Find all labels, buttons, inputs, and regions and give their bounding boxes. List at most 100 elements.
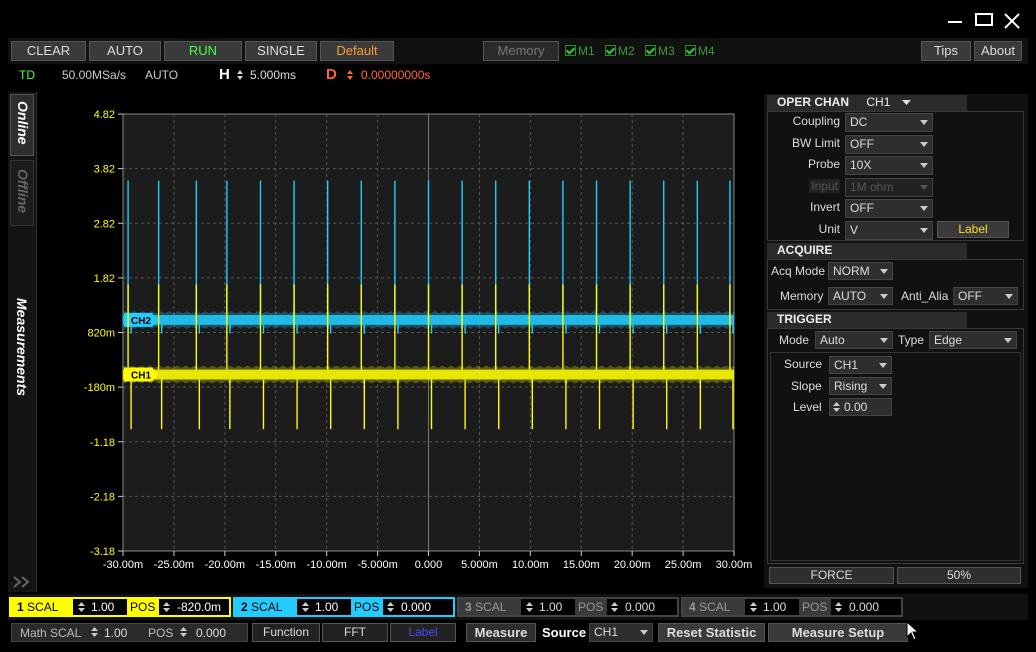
math-scal-label: Math SCAL (20, 626, 82, 640)
tips-button[interactable]: Tips (921, 41, 971, 61)
x-tick-label: 15.00m (563, 559, 600, 571)
math-pos-spinner[interactable] (180, 626, 187, 641)
anti-alias-select[interactable]: OFF (953, 287, 1018, 305)
oper-chan-select-coupling[interactable]: DC (845, 113, 933, 132)
oper-chan-select-bw-limit[interactable]: OFF (845, 134, 933, 154)
trigger-type-select[interactable]: Edge (929, 331, 1017, 349)
m4-checkbox[interactable]: M4 (685, 44, 715, 58)
marker-ch1[interactable]: CH1 (124, 367, 158, 382)
scope-display[interactable]: -30.00m -25.00m -20.00m -15.00m -10.00m -5.00… (38, 92, 762, 592)
trigger-mode-select[interactable]: Auto (815, 331, 893, 349)
channel-1-pos-value[interactable]: -820.0m (177, 600, 221, 614)
single-button[interactable]: SINGLE (245, 41, 317, 61)
oper-chan-label-bw-limit: BW Limit (792, 135, 840, 150)
measure-setup-button[interactable]: Measure Setup (768, 623, 908, 642)
x-tick-label: -5.000m (357, 559, 397, 571)
run-button[interactable]: RUN (164, 41, 242, 61)
maximize-icon[interactable] (975, 13, 993, 26)
x-tick-label: -15.00m (256, 559, 296, 571)
chevron-down-icon (920, 141, 928, 147)
fifty-percent-button[interactable]: 50% (897, 567, 1021, 584)
tab-offline[interactable]: Offline (10, 160, 34, 226)
oper-chan-select-probe[interactable]: 10X (845, 156, 933, 175)
tab-online[interactable]: Online (10, 94, 34, 156)
channel-2-scal-label[interactable]: 2 SCAL (235, 599, 297, 615)
trigger-level-spinner[interactable]: 0.00 (829, 398, 892, 416)
window-titlebar (0, 0, 1036, 36)
channel-4-scal-spinner[interactable] (750, 601, 757, 613)
reset-statistic-button[interactable]: Reset Statistic (658, 623, 765, 642)
tab-measurements-label: Measurements (14, 298, 30, 397)
clear-button[interactable]: CLEAR (11, 41, 86, 61)
channel-1-scal-value[interactable]: 1.00 (91, 600, 114, 614)
d-value[interactable]: 0.00000000s (361, 68, 430, 82)
default-button[interactable]: Default (320, 41, 394, 61)
marker-ch2[interactable]: CH2 (124, 312, 158, 327)
channel-4-pos-value[interactable]: 0.000 (849, 600, 879, 614)
measure-button[interactable]: Measure (466, 623, 536, 642)
channel-4-scal-label[interactable]: 4 SCAL (683, 599, 745, 615)
x-tick-label: -10.00m (306, 559, 346, 571)
m1-checkbox[interactable]: M1 (565, 44, 595, 58)
auto-button[interactable]: AUTO (89, 41, 161, 61)
d-spinner[interactable] (346, 68, 354, 82)
math-scal-value[interactable]: 1.00 (104, 626, 127, 640)
tab-online-label: Online (15, 101, 31, 145)
close-icon[interactable] (1003, 12, 1021, 30)
channel-4-scal-value[interactable]: 1.00 (763, 600, 786, 614)
channel-3-scal-spinner[interactable] (526, 601, 533, 613)
math-scal-spinner[interactable] (91, 626, 98, 641)
channel-2-scal-spinner[interactable] (302, 601, 309, 613)
oper-chan-channel[interactable]: CH1 (866, 95, 890, 109)
channel-2-pos-value[interactable]: 0.000 (401, 600, 431, 614)
channel-3-scal-value[interactable]: 1.00 (539, 600, 562, 614)
trigger-slope-select[interactable]: Rising (829, 377, 892, 395)
math-label-button[interactable]: Label (390, 623, 456, 642)
h-spinner[interactable] (236, 68, 244, 82)
oper-chan-select-invert[interactable]: OFF (845, 199, 933, 218)
oper-chan-header: OPER CHAN CH1 (767, 95, 967, 111)
math-pos-value[interactable]: 0.000 (196, 626, 226, 640)
about-button[interactable]: About (974, 41, 1022, 61)
chevron-down-icon (920, 206, 928, 211)
measure-source-label: Source (542, 625, 587, 640)
channel-4-pos-label: POS (799, 599, 831, 615)
function-button[interactable]: Function (252, 623, 320, 642)
x-tick-label: 25.00m (665, 559, 702, 571)
oper-chan-label-unit: Unit (818, 221, 840, 236)
memory-button[interactable]: Memory (483, 41, 559, 61)
tab-measurements[interactable]: Measurements (10, 290, 34, 420)
oper-chan-label-coupling: Coupling (792, 114, 840, 128)
channel-3-pos-value[interactable]: 0.000 (625, 600, 655, 614)
acq-mode-select[interactable]: NORM (828, 262, 893, 280)
trigger-source-select[interactable]: CH1 (829, 356, 892, 374)
spinner-icon (833, 402, 840, 412)
m3-checkbox[interactable]: M3 (645, 44, 675, 58)
force-button[interactable]: FORCE (769, 567, 894, 584)
minimize-icon[interactable] (948, 21, 962, 23)
anti-alias-label: Anti_Alia (901, 289, 949, 303)
measure-source-select[interactable]: CH1 (589, 623, 653, 642)
acq-status: AUTO (145, 68, 179, 82)
fft-button[interactable]: FFT (322, 623, 388, 642)
expand-chevron-icon[interactable] (11, 575, 35, 589)
channel-2-scal-value[interactable]: 1.00 (315, 600, 338, 614)
chevron-down-icon (880, 338, 888, 343)
channel-4-pos-spinner[interactable] (835, 601, 842, 613)
oper-chan-label-probe: Probe (807, 157, 840, 171)
channel-3-pos-spinner[interactable] (611, 601, 618, 613)
oper-chan-select-unit[interactable]: V (845, 220, 933, 240)
h-label: H (219, 66, 230, 83)
chevron-down-icon (920, 227, 928, 233)
m2-checkbox[interactable]: M2 (605, 44, 635, 58)
x-tick-label: 10.00m (512, 559, 549, 571)
channel-1-pos-spinner[interactable] (163, 601, 170, 613)
h-value[interactable]: 5.000ms (250, 68, 296, 82)
chevron-down-icon[interactable] (902, 100, 911, 106)
channel-1-scal-spinner[interactable] (78, 601, 85, 613)
channel-3-scal-label[interactable]: 3 SCAL (459, 599, 521, 615)
channel-2-pos-spinner[interactable] (387, 601, 394, 613)
channel-1-scal-label[interactable]: 1 SCAL (11, 599, 73, 615)
memory-select[interactable]: AUTO (828, 287, 893, 305)
label-button[interactable]: Label (937, 221, 1009, 238)
